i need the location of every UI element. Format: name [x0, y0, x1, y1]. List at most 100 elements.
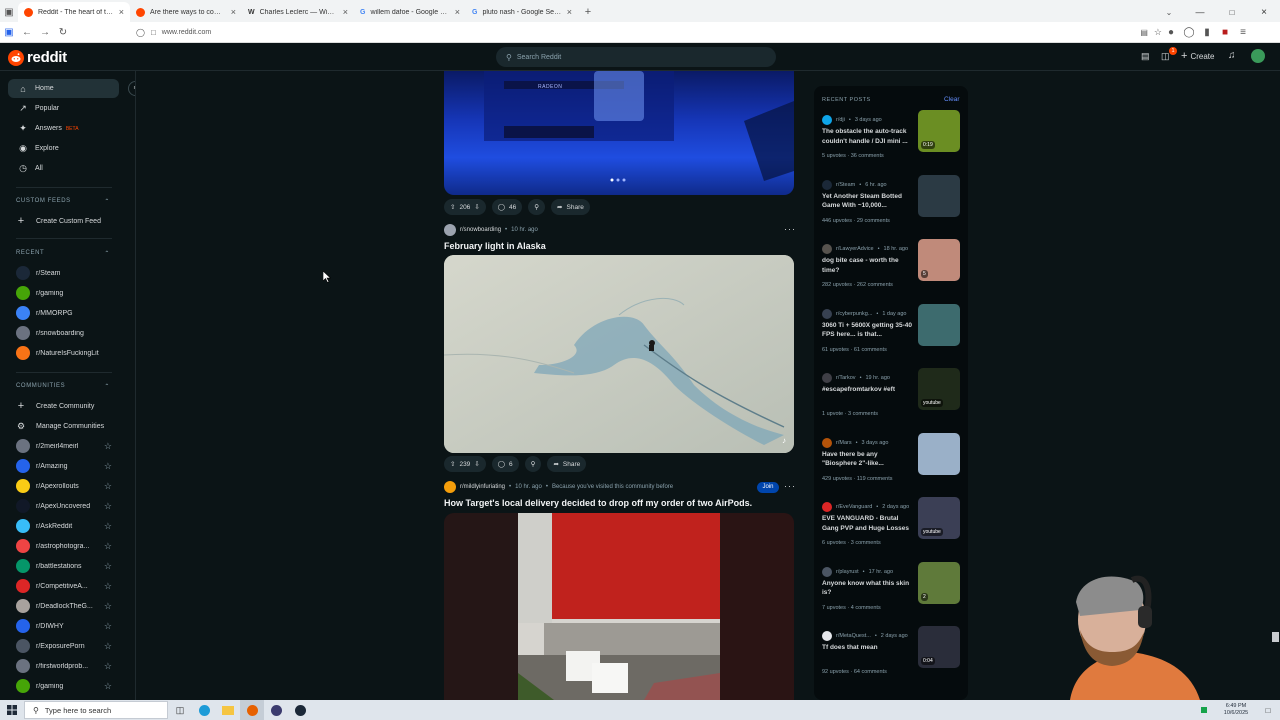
forward-icon[interactable]: → [36, 27, 54, 38]
new-tab-button[interactable]: + [578, 2, 598, 22]
recent-post-subreddit[interactable]: r/cyberpunkg... [836, 311, 872, 317]
recent-post-thumbnail[interactable] [918, 174, 960, 217]
post-media-gpu[interactable]: RADEON [444, 71, 794, 195]
recent-post-item[interactable]: r/Tarkov • 19 hr. ago #escapefromtarkov #ef… [822, 368, 962, 437]
share-button[interactable]: ➦ Share [551, 199, 590, 215]
favorite-star-icon[interactable]: ☆ [104, 461, 112, 472]
maximize-icon[interactable]: □ [1216, 2, 1248, 22]
favorite-star-icon[interactable]: ☆ [104, 501, 112, 512]
notification-center-icon[interactable]: □ [1256, 700, 1280, 720]
sidebar-item-home[interactable]: ⌂ Home [8, 79, 119, 98]
recent-post-thumbnail[interactable] [918, 432, 960, 475]
address-bar[interactable]: ◯ □ www.reddit.com ▤ ☆ [72, 25, 1162, 40]
pocket-icon[interactable]: ◯ [1180, 27, 1198, 38]
sidebar-item-explore[interactable]: ◉ Explore [8, 139, 119, 158]
recent-section-header[interactable]: RECENT ⌃ [16, 250, 110, 257]
recent-post-item[interactable]: r/cyberpunkg... • 1 day ago 3060 Ti + 5600X… [822, 303, 962, 373]
recent-post-title[interactable]: Have there be any "Biosphere 2"-like... [822, 450, 914, 469]
create-button[interactable]: + Create [1181, 50, 1214, 62]
extension-icon[interactable]: ▮ [1198, 27, 1216, 38]
reddit-logo[interactable]: reddit [8, 49, 67, 66]
favorite-star-icon[interactable]: ☆ [104, 601, 112, 612]
minimize-icon[interactable]: — [1184, 2, 1216, 22]
collapse-sidebar-button[interactable]: ≡ [128, 81, 135, 96]
tab-google-willem[interactable]: G willem dafoe - Google Search × [354, 2, 466, 22]
create-custom-feed-button[interactable]: + Create Custom Feed [16, 212, 112, 230]
recent-post-item[interactable]: r/dji • 3 days ago The obstacle the auto-tr… [822, 110, 962, 179]
favorite-star-icon[interactable]: ☆ [104, 561, 112, 572]
community-item[interactable]: r/battlestations ☆ [16, 557, 112, 575]
favorite-star-icon[interactable]: ☆ [104, 661, 112, 672]
recent-community-item[interactable]: r/MMORPG [16, 304, 112, 322]
subreddit-avatar[interactable] [444, 481, 456, 493]
ublock-icon[interactable]: ■ [1216, 27, 1234, 38]
save-button[interactable]: ⚲ [524, 456, 542, 472]
create-community-button[interactable]: + Create Community [16, 397, 112, 415]
recent-post-title[interactable]: EVE VANGUARD - Brutal Gang PVP and Huge … [822, 514, 914, 533]
back-icon[interactable]: ← [18, 27, 36, 38]
post-subreddit[interactable]: r/snowboarding [460, 227, 501, 233]
post-more-options-icon[interactable]: ··· [784, 481, 796, 491]
favorite-star-icon[interactable]: ☆ [104, 521, 112, 532]
tab-overview-icon[interactable]: ▣ [0, 2, 18, 22]
community-item[interactable]: r/gaming ☆ [16, 677, 112, 695]
comments-button[interactable]: ◯ 46 [491, 199, 523, 215]
favorite-star-icon[interactable]: ☆ [104, 441, 112, 452]
recent-community-item[interactable]: r/snowboarding [16, 324, 112, 342]
recent-post-item[interactable]: r/EveVanguard • 2 days ago EVE VANGUARD - B… [822, 497, 962, 566]
join-button[interactable]: Join [757, 482, 779, 493]
sidebar-item-popular[interactable]: ↗ Popular [8, 99, 119, 118]
recent-post-title[interactable]: Yet Another Steam Botted Game With ~10,0… [822, 192, 914, 211]
tray-indicator-icon[interactable] [1192, 700, 1216, 720]
windows-start-icon[interactable] [0, 700, 24, 720]
post-title[interactable]: How Target's local delivery decided to d… [444, 498, 752, 508]
firefox-icon[interactable] [240, 700, 264, 720]
recent-community-item[interactable]: r/NatureIsFuckingLit [16, 344, 112, 362]
recent-post-thumbnail[interactable]: youtube [918, 368, 960, 410]
community-item[interactable]: r/DeadlockTheG... ☆ [16, 597, 112, 615]
post-more-options-icon[interactable]: ··· [784, 224, 796, 234]
recent-post-thumbnail[interactable]: 2 [918, 561, 960, 604]
reload-icon[interactable]: ↻ [54, 27, 72, 38]
notifications-bell-icon[interactable]: ♫ [1228, 50, 1236, 61]
close-tab-icon[interactable]: × [343, 7, 348, 17]
community-item[interactable]: r/Amazing ☆ [16, 457, 112, 475]
favorite-star-icon[interactable]: ☆ [104, 681, 112, 692]
menu-icon[interactable]: ≡ [1234, 27, 1252, 38]
post-media-snow[interactable]: ♪ [444, 255, 794, 453]
community-item[interactable]: r/CompetitiveA... ☆ [16, 577, 112, 595]
chat-icon[interactable]: ◫ [1161, 51, 1170, 62]
tab-reddit[interactable]: Reddit - The heart of the internet × [18, 2, 130, 22]
manage-communities-button[interactable]: ⚙ Manage Communities [16, 417, 112, 435]
favorite-star-icon[interactable]: ☆ [104, 581, 112, 592]
recent-post-subreddit[interactable]: r/Mars [836, 440, 852, 446]
tab-google-pluto[interactable]: G pluto nash - Google Search × [466, 2, 578, 22]
sidebar-item-answers[interactable]: ✦ Answers BETA [8, 119, 119, 138]
recent-post-title[interactable]: 3060 Ti + 5600X getting 35-40 FPS here..… [822, 321, 914, 340]
community-item[interactable]: r/ApexUncovered ☆ [16, 497, 112, 515]
vote-control[interactable]: ⇧ 239 ⇩ [444, 456, 486, 472]
post-media-airpods[interactable] [444, 513, 794, 700]
post-title[interactable]: February light in Alaska [444, 241, 546, 251]
tab-combat-light[interactable]: Are there ways to combat light × [130, 2, 242, 22]
share-button[interactable]: ➦ Share [547, 456, 587, 472]
community-item[interactable]: r/ExposurePorn ☆ [16, 637, 112, 655]
clear-recent-button[interactable]: Clear [944, 96, 960, 103]
close-tab-icon[interactable]: × [455, 7, 460, 17]
recent-post-item[interactable]: r/LawyerAdvice • 18 hr. ago dog bite case -… [822, 239, 962, 308]
comments-button[interactable]: ◯ 6 [491, 456, 519, 472]
recent-post-title[interactable]: The obstacle the auto-track couldn't han… [822, 127, 914, 146]
recent-post-title[interactable]: dog bite case - worth the time? [822, 256, 914, 275]
recent-post-subreddit[interactable]: r/playrust [836, 569, 859, 575]
community-item[interactable]: r/Apexrollouts ☆ [16, 477, 112, 495]
close-tab-icon[interactable]: × [231, 7, 236, 17]
shield-icon[interactable]: ◯ [136, 28, 145, 37]
recent-post-item[interactable]: r/Mars • 3 days ago Have there be any "Bios… [822, 432, 962, 502]
upvote-icon[interactable]: ⇧ [450, 460, 455, 468]
recent-post-subreddit[interactable]: r/LawyerAdvice [836, 246, 874, 252]
close-tab-icon[interactable]: × [567, 7, 572, 17]
recent-post-thumbnail[interactable]: 0:19 [918, 110, 960, 152]
sidebar-item-all[interactable]: ◷ All [8, 159, 119, 178]
recent-post-thumbnail[interactable]: youtube [918, 497, 960, 539]
recent-post-thumbnail[interactable]: 0:04 [918, 626, 960, 668]
